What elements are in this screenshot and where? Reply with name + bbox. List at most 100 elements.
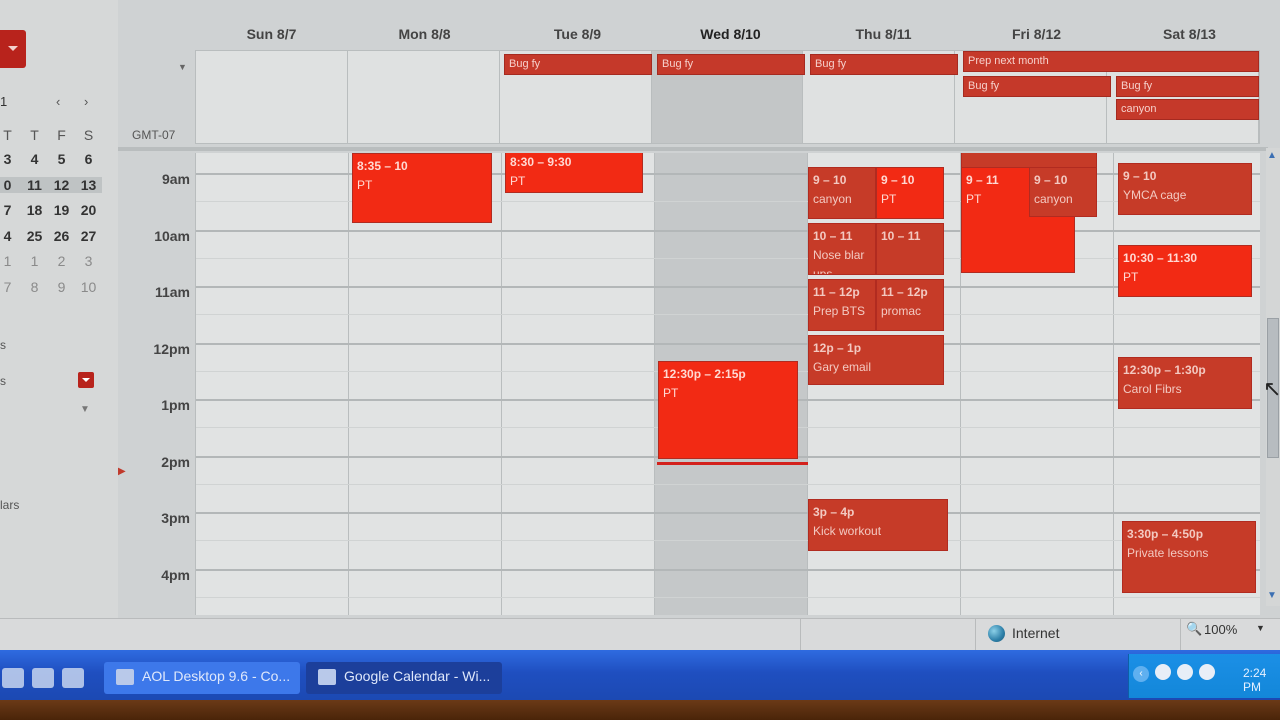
calendar-event[interactable]: 10:30 – 11:30 PT <box>1118 245 1252 297</box>
quicklaunch-icon[interactable] <box>2 668 24 688</box>
calendar-event[interactable]: 3p – 4p Kick workout <box>808 499 948 551</box>
calendar-event[interactable]: 10 – 11 <box>876 223 944 275</box>
scroll-up-icon[interactable]: ▲ <box>1267 150 1277 161</box>
event-title: Gary email <box>813 360 872 374</box>
day-column[interactable] <box>502 153 655 615</box>
mini-calendar-day[interactable]: 9 <box>48 279 75 295</box>
mini-calendar-day[interactable]: 3 <box>0 151 21 167</box>
tray-app-icon[interactable] <box>1177 664 1193 680</box>
section-label: lars <box>0 498 20 512</box>
event-time: 8:35 – 10 <box>357 159 408 173</box>
allday-event[interactable]: Bug fy <box>810 54 958 75</box>
taskbar-clock[interactable]: 2:24 PM <box>1243 666 1280 694</box>
mini-calendar-day[interactable]: 1 <box>0 253 21 269</box>
calendar-event[interactable]: 9 – 10 YMCA cage <box>1118 163 1252 215</box>
quicklaunch-icon[interactable] <box>32 668 54 688</box>
event-time: 9 – 10 <box>1123 169 1157 183</box>
day-header[interactable]: Tue 8/9 <box>501 26 654 42</box>
calendar-event[interactable]: 9 – 10 PT <box>876 167 944 219</box>
calendar-event[interactable]: 11 – 12p Prep BTS <box>808 279 876 331</box>
mini-calendar-day[interactable]: 12 <box>48 177 75 193</box>
calendar-event[interactable]: 8:30 – 9:30 PT <box>505 153 643 193</box>
mini-calendar-day[interactable]: 8 <box>21 279 48 295</box>
taskbar-button-label: AOL Desktop 9.6 - Co... <box>142 668 291 684</box>
taskbar-button-google-calendar[interactable]: Google Calendar - Wi... <box>306 662 502 694</box>
calendar-event[interactable]: 9 – 10 canyon <box>1029 167 1097 217</box>
tray-expand-icon[interactable]: ‹ <box>1133 666 1149 682</box>
zoom-dropdown-icon[interactable]: ▼ <box>1256 623 1265 633</box>
quick-launch <box>2 668 84 688</box>
event-time: 10 – 11 <box>813 229 853 243</box>
mini-calendar-day[interactable]: 11 <box>21 177 48 193</box>
scroll-down-icon[interactable]: ▼ <box>1267 590 1277 601</box>
current-time-marker-icon: ▶ <box>118 466 126 477</box>
mini-calendar-day[interactable]: 10 <box>75 279 102 295</box>
day-header[interactable]: Sun 8/7 <box>195 26 348 42</box>
mini-calendar-day[interactable]: 20 <box>75 202 102 218</box>
mini-calendar-day[interactable]: 13 <box>75 177 102 193</box>
tray-network-icon[interactable] <box>1155 664 1171 680</box>
mini-calendar-day[interactable]: 3 <box>75 253 102 269</box>
day-header[interactable]: Fri 8/12 <box>960 26 1113 42</box>
calendar-event[interactable]: 10 – 11 Nose blar ups <box>808 223 876 275</box>
calendar-event[interactable]: 3:30p – 4:50p Private lessons <box>1122 521 1256 593</box>
allday-collapse-icon[interactable]: ▼ <box>178 62 187 72</box>
event-time: 12:30p – 2:15p <box>663 367 746 381</box>
calendar-event[interactable]: 8:35 – 10 PT <box>352 153 492 223</box>
mini-calendar-weekdays: T T F S <box>0 127 102 143</box>
mini-calendar-week: 7 8 9 10 <box>0 279 102 295</box>
taskbar-button-aol[interactable]: AOL Desktop 9.6 - Co... <box>104 662 300 694</box>
mini-calendar-day[interactable]: 18 <box>21 202 48 218</box>
mini-calendar-day[interactable]: 4 <box>21 151 48 167</box>
expand-triangle-icon[interactable]: ▼ <box>80 404 90 415</box>
mini-calendar-day[interactable]: 6 <box>75 151 102 167</box>
event-time: 11 – 12p <box>881 285 928 299</box>
allday-event[interactable]: Bug fy <box>504 54 652 75</box>
mini-calendar-day[interactable]: 19 <box>48 202 75 218</box>
mini-calendar-day[interactable]: 5 <box>48 151 75 167</box>
calendar-event[interactable]: 11 – 12p promac <box>876 279 944 331</box>
allday-event[interactable]: Bug fy <box>657 54 805 75</box>
zoom-icon[interactable]: 🔍 <box>1186 621 1202 637</box>
tray-volume-icon[interactable] <box>1199 664 1215 680</box>
create-dropdown-button[interactable] <box>0 30 26 68</box>
calendar-event[interactable]: 9 – 10 canyon <box>808 167 876 219</box>
mini-calendar-nav[interactable]: ‹ › <box>56 94 98 109</box>
allday-column[interactable] <box>348 51 500 143</box>
mini-calendar-day[interactable]: 4 <box>0 228 21 244</box>
hour-gridline <box>196 286 1260 288</box>
event-time: 10 – 11 <box>881 229 921 243</box>
day-header[interactable]: Mon 8/8 <box>348 26 501 42</box>
mini-calendar-day[interactable]: 0 <box>0 177 21 193</box>
day-column[interactable] <box>196 153 349 615</box>
allday-event[interactable]: Bug fy <box>1116 76 1259 97</box>
calendar-options-icon[interactable] <box>78 372 94 388</box>
calendar-event[interactable]: 12:30p – 2:15p PT <box>658 361 798 459</box>
section-label: s <box>0 338 6 352</box>
allday-column[interactable] <box>196 51 348 143</box>
mini-calendar-day[interactable]: 27 <box>75 228 102 244</box>
mini-calendar-day[interactable]: 25 <box>21 228 48 244</box>
event-title: Carol Fibrs <box>1123 382 1182 396</box>
mini-calendar-day[interactable]: 1 <box>21 253 48 269</box>
day-header[interactable]: Thu 8/11 <box>807 26 960 42</box>
event-time: 8:30 – 9:30 <box>510 155 572 169</box>
calendar-event[interactable]: 12:30p – 1:30p Carol Fibrs <box>1118 357 1252 409</box>
mini-calendar-day[interactable]: 7 <box>0 279 21 295</box>
allday-divider <box>118 147 1268 151</box>
allday-event[interactable]: canyon <box>1116 99 1259 120</box>
mini-calendar-day[interactable]: 7 <box>0 202 21 218</box>
calendar-event[interactable]: 12p – 1p Gary email <box>808 335 944 385</box>
allday-event[interactable]: Prep next month <box>963 51 1259 72</box>
event-title: Prep BTS <box>813 304 866 318</box>
hour-label: 4pm <box>161 566 190 583</box>
zoom-level[interactable]: 100% <box>1204 622 1237 637</box>
day-header[interactable]: Wed 8/10 <box>654 26 807 42</box>
hour-gridline <box>196 568 1260 571</box>
quicklaunch-icon[interactable] <box>62 668 84 688</box>
allday-event[interactable]: Bug fy <box>963 76 1111 97</box>
half-hour-gridline <box>196 540 1260 542</box>
day-header[interactable]: Sat 8/13 <box>1113 26 1266 42</box>
mini-calendar-day[interactable]: 26 <box>48 228 75 244</box>
mini-calendar-day[interactable]: 2 <box>48 253 75 269</box>
